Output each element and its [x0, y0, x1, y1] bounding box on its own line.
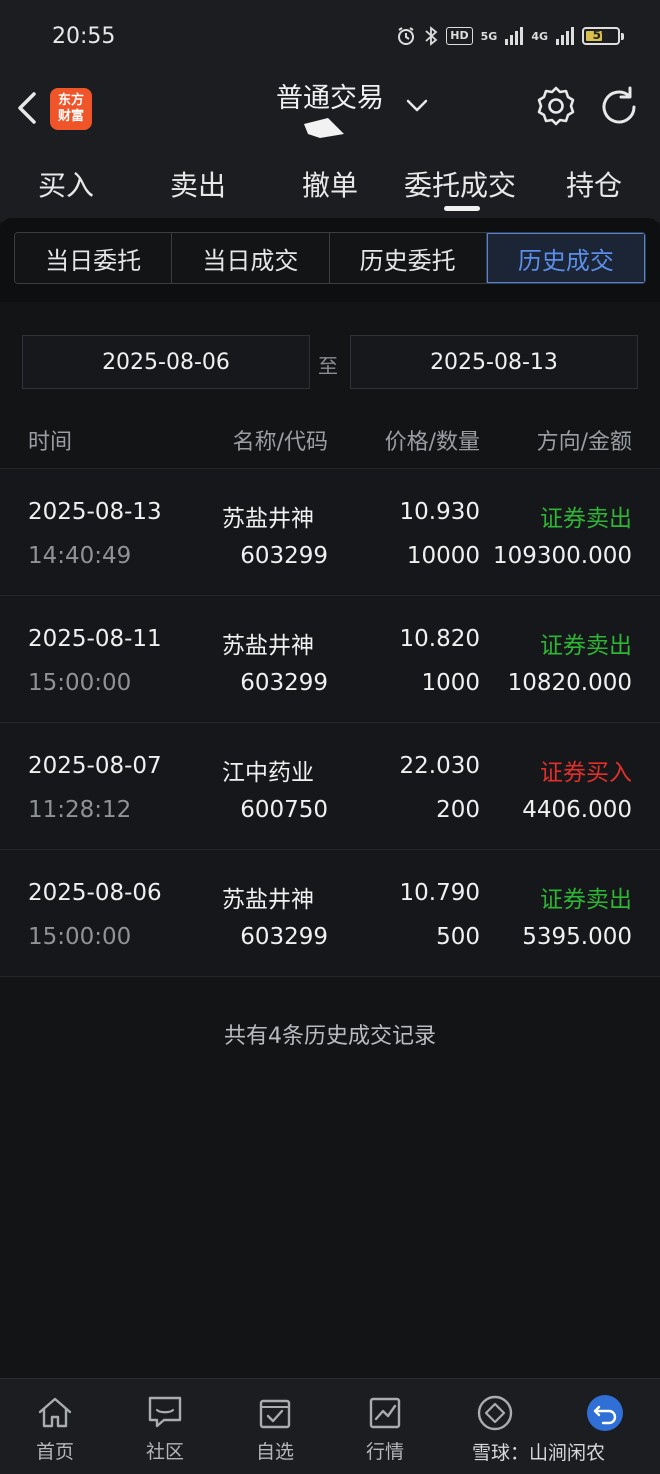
- stock-name: 苏盐井神: [222, 506, 314, 532]
- subtab-today-orders[interactable]: 当日委托: [15, 233, 173, 283]
- subtab-today-trades[interactable]: 当日成交: [172, 233, 330, 283]
- diamond-icon: [477, 1395, 513, 1431]
- trade-quantity: 10000: [406, 543, 480, 569]
- hd-badge: HD: [446, 27, 473, 45]
- main-tabs: 买入 卖出 撤单 委托成交 持仓: [0, 152, 660, 222]
- trade-row[interactable]: 2025-08-07 11:28:12 江中药业 600750 22.030 2…: [0, 722, 660, 848]
- trade-time: 11:28:12: [28, 797, 132, 823]
- battery-icon: 59: [582, 27, 624, 45]
- trade-quantity: 500: [436, 924, 480, 950]
- trade-direction: 证券卖出: [540, 887, 632, 913]
- stock-name: 苏盐井神: [222, 887, 314, 913]
- checkbox-icon: [259, 1399, 291, 1429]
- stock-code: 603299: [240, 670, 328, 696]
- trade-quantity: 200: [436, 797, 480, 823]
- home-icon: [38, 1397, 72, 1428]
- stock-name: 苏盐井神: [222, 633, 314, 659]
- nav-community-label: 社区: [145, 1441, 184, 1463]
- nav-home-label: 首页: [35, 1441, 74, 1463]
- trade-row[interactable]: 2025-08-13 14:40:49 苏盐井神 603299 10.930 1…: [0, 468, 660, 594]
- end-date-field[interactable]: 2025-08-13: [350, 335, 638, 389]
- trade-time: 15:00:00: [28, 924, 132, 950]
- chat-icon: [148, 1396, 182, 1428]
- trade-amount: 109300.000: [492, 543, 632, 569]
- nav-market-label: 行情: [365, 1441, 404, 1463]
- bluetooth-icon: [425, 26, 438, 46]
- subtab-history-orders[interactable]: 历史委托: [329, 233, 487, 283]
- return-icon: [587, 1395, 623, 1431]
- stock-code: 603299: [240, 924, 328, 950]
- trade-time: 14:40:49: [28, 543, 132, 569]
- account-mask: [304, 118, 344, 138]
- refresh-icon[interactable]: [596, 84, 642, 130]
- status-icons: HD 5G 4G 59: [396, 26, 624, 46]
- trade-price: 10.930: [399, 499, 480, 525]
- col-header-direction-amount: 方向/金额: [536, 430, 632, 455]
- col-header-price-qty: 价格/数量: [384, 430, 480, 455]
- tab-orders-trades[interactable]: 委托成交: [404, 164, 516, 204]
- trade-price: 22.030: [399, 753, 480, 779]
- watermark: 雪球：山涧闲农: [472, 1442, 606, 1464]
- chart-icon: [369, 1397, 401, 1429]
- trade-date: 2025-08-06: [28, 880, 162, 906]
- tab-buy[interactable]: 买入: [38, 164, 94, 204]
- nav-home[interactable]: 首页: [15, 1393, 95, 1464]
- trade-direction: 证券卖出: [540, 506, 632, 532]
- trade-amount: 5395.000: [522, 924, 632, 950]
- col-header-name-code: 名称/代码: [232, 430, 328, 455]
- nav-market[interactable]: 行情: [345, 1393, 425, 1464]
- network-5g-label: 5G: [480, 29, 498, 43]
- gear-icon[interactable]: [534, 84, 578, 128]
- network-4g-label: 4G: [531, 29, 548, 43]
- trade-quantity: 1000: [421, 670, 480, 696]
- sub-tabs: 当日委托 当日成交 历史委托 历史成交: [14, 232, 646, 284]
- trade-date: 2025-08-13: [28, 499, 162, 525]
- alarm-icon: [398, 27, 415, 45]
- battery-level: 59: [592, 28, 610, 42]
- status-time: 20:55: [52, 24, 116, 49]
- signal-icon: [505, 27, 524, 45]
- trade-date: 2025-08-07: [28, 753, 162, 779]
- nav-community[interactable]: 社区: [125, 1393, 205, 1464]
- stock-code: 600750: [240, 797, 328, 823]
- active-tab-indicator: [444, 206, 480, 211]
- date-separator: 至: [318, 354, 338, 378]
- col-header-time: 时间: [28, 430, 73, 455]
- trade-time: 15:00:00: [28, 670, 132, 696]
- chevron-down-icon[interactable]: [404, 92, 430, 118]
- trade-price: 10.820: [399, 626, 480, 652]
- header: 东方 财富 普通交易: [0, 72, 660, 152]
- trade-price: 10.790: [399, 880, 480, 906]
- trade-row[interactable]: 2025-08-11 15:00:00 苏盐井神 603299 10.820 1…: [0, 595, 660, 721]
- trade-direction: 证券买入: [540, 760, 632, 786]
- nav-watchlist[interactable]: 自选: [235, 1393, 315, 1464]
- subtab-history-trades[interactable]: 历史成交: [486, 233, 645, 283]
- trade-amount: 4406.000: [522, 797, 632, 823]
- trade-date: 2025-08-11: [28, 626, 162, 652]
- tab-sell[interactable]: 卖出: [170, 164, 226, 204]
- stock-name: 江中药业: [222, 760, 314, 786]
- trade-row[interactable]: 2025-08-06 15:00:00 苏盐井神 603299 10.790 5…: [0, 849, 660, 977]
- nav-watchlist-label: 自选: [255, 1441, 294, 1463]
- signal-icon-2: [556, 27, 574, 45]
- tab-positions[interactable]: 持仓: [566, 164, 622, 204]
- status-bar: 20:55 HD 5G 4G 59: [0, 0, 660, 72]
- trade-amount: 10820.000: [507, 670, 632, 696]
- tab-cancel[interactable]: 撤单: [302, 164, 358, 204]
- start-date-field[interactable]: 2025-08-06: [22, 335, 310, 389]
- stock-code: 603299: [240, 543, 328, 569]
- record-count-note: 共有4条历史成交记录: [224, 1024, 436, 1049]
- trade-direction: 证券卖出: [540, 633, 632, 659]
